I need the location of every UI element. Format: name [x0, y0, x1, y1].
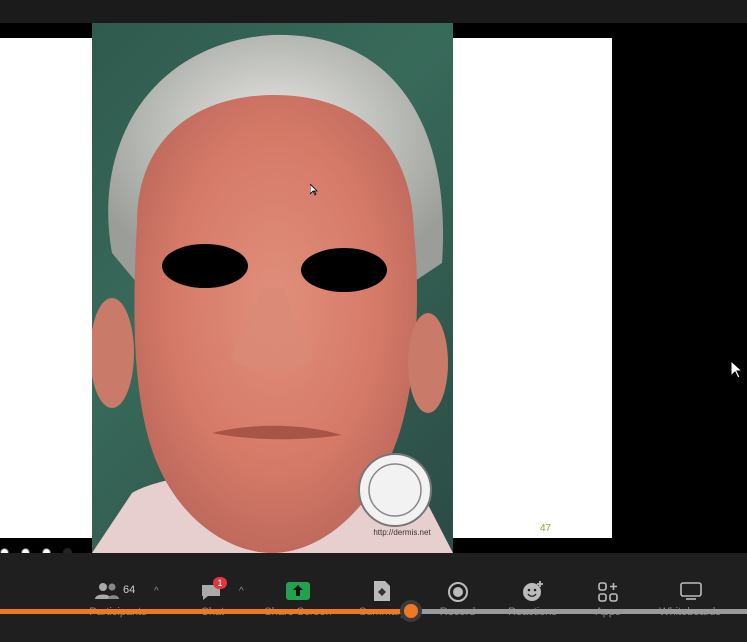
chat-chevron-up-icon[interactable]: ^: [239, 586, 244, 597]
top-strip: [0, 0, 747, 23]
mouse-cursor-icon: [731, 361, 743, 379]
record-icon: [448, 582, 468, 602]
reactions-icon: [523, 581, 543, 601]
apps-icon: [598, 582, 618, 602]
shared-screen: 47 http://dermis.net: [0, 23, 747, 557]
share-screen-icon: [286, 582, 310, 600]
meeting-control-bar: 64 Participants 1 Chat Share Screen Summ…: [0, 553, 747, 642]
participants-chevron-up-icon[interactable]: ^: [154, 586, 159, 597]
slide-page-number: 47: [540, 523, 552, 534]
chat-unread-badge: 1: [213, 577, 227, 589]
participants-icon: [95, 583, 119, 599]
mouse-cursor-icon: [310, 184, 318, 196]
dermis-watermark: http://dermis.net: [373, 528, 431, 537]
whiteboards-icon: [680, 582, 702, 600]
participant-count: 64: [123, 584, 136, 596]
playback-progress-fill: [0, 609, 411, 614]
clinical-face-photo: [92, 23, 453, 553]
summary-icon: [374, 581, 390, 601]
playback-progress-bar[interactable]: [0, 600, 747, 622]
playback-scrubber-handle[interactable]: [399, 600, 422, 622]
